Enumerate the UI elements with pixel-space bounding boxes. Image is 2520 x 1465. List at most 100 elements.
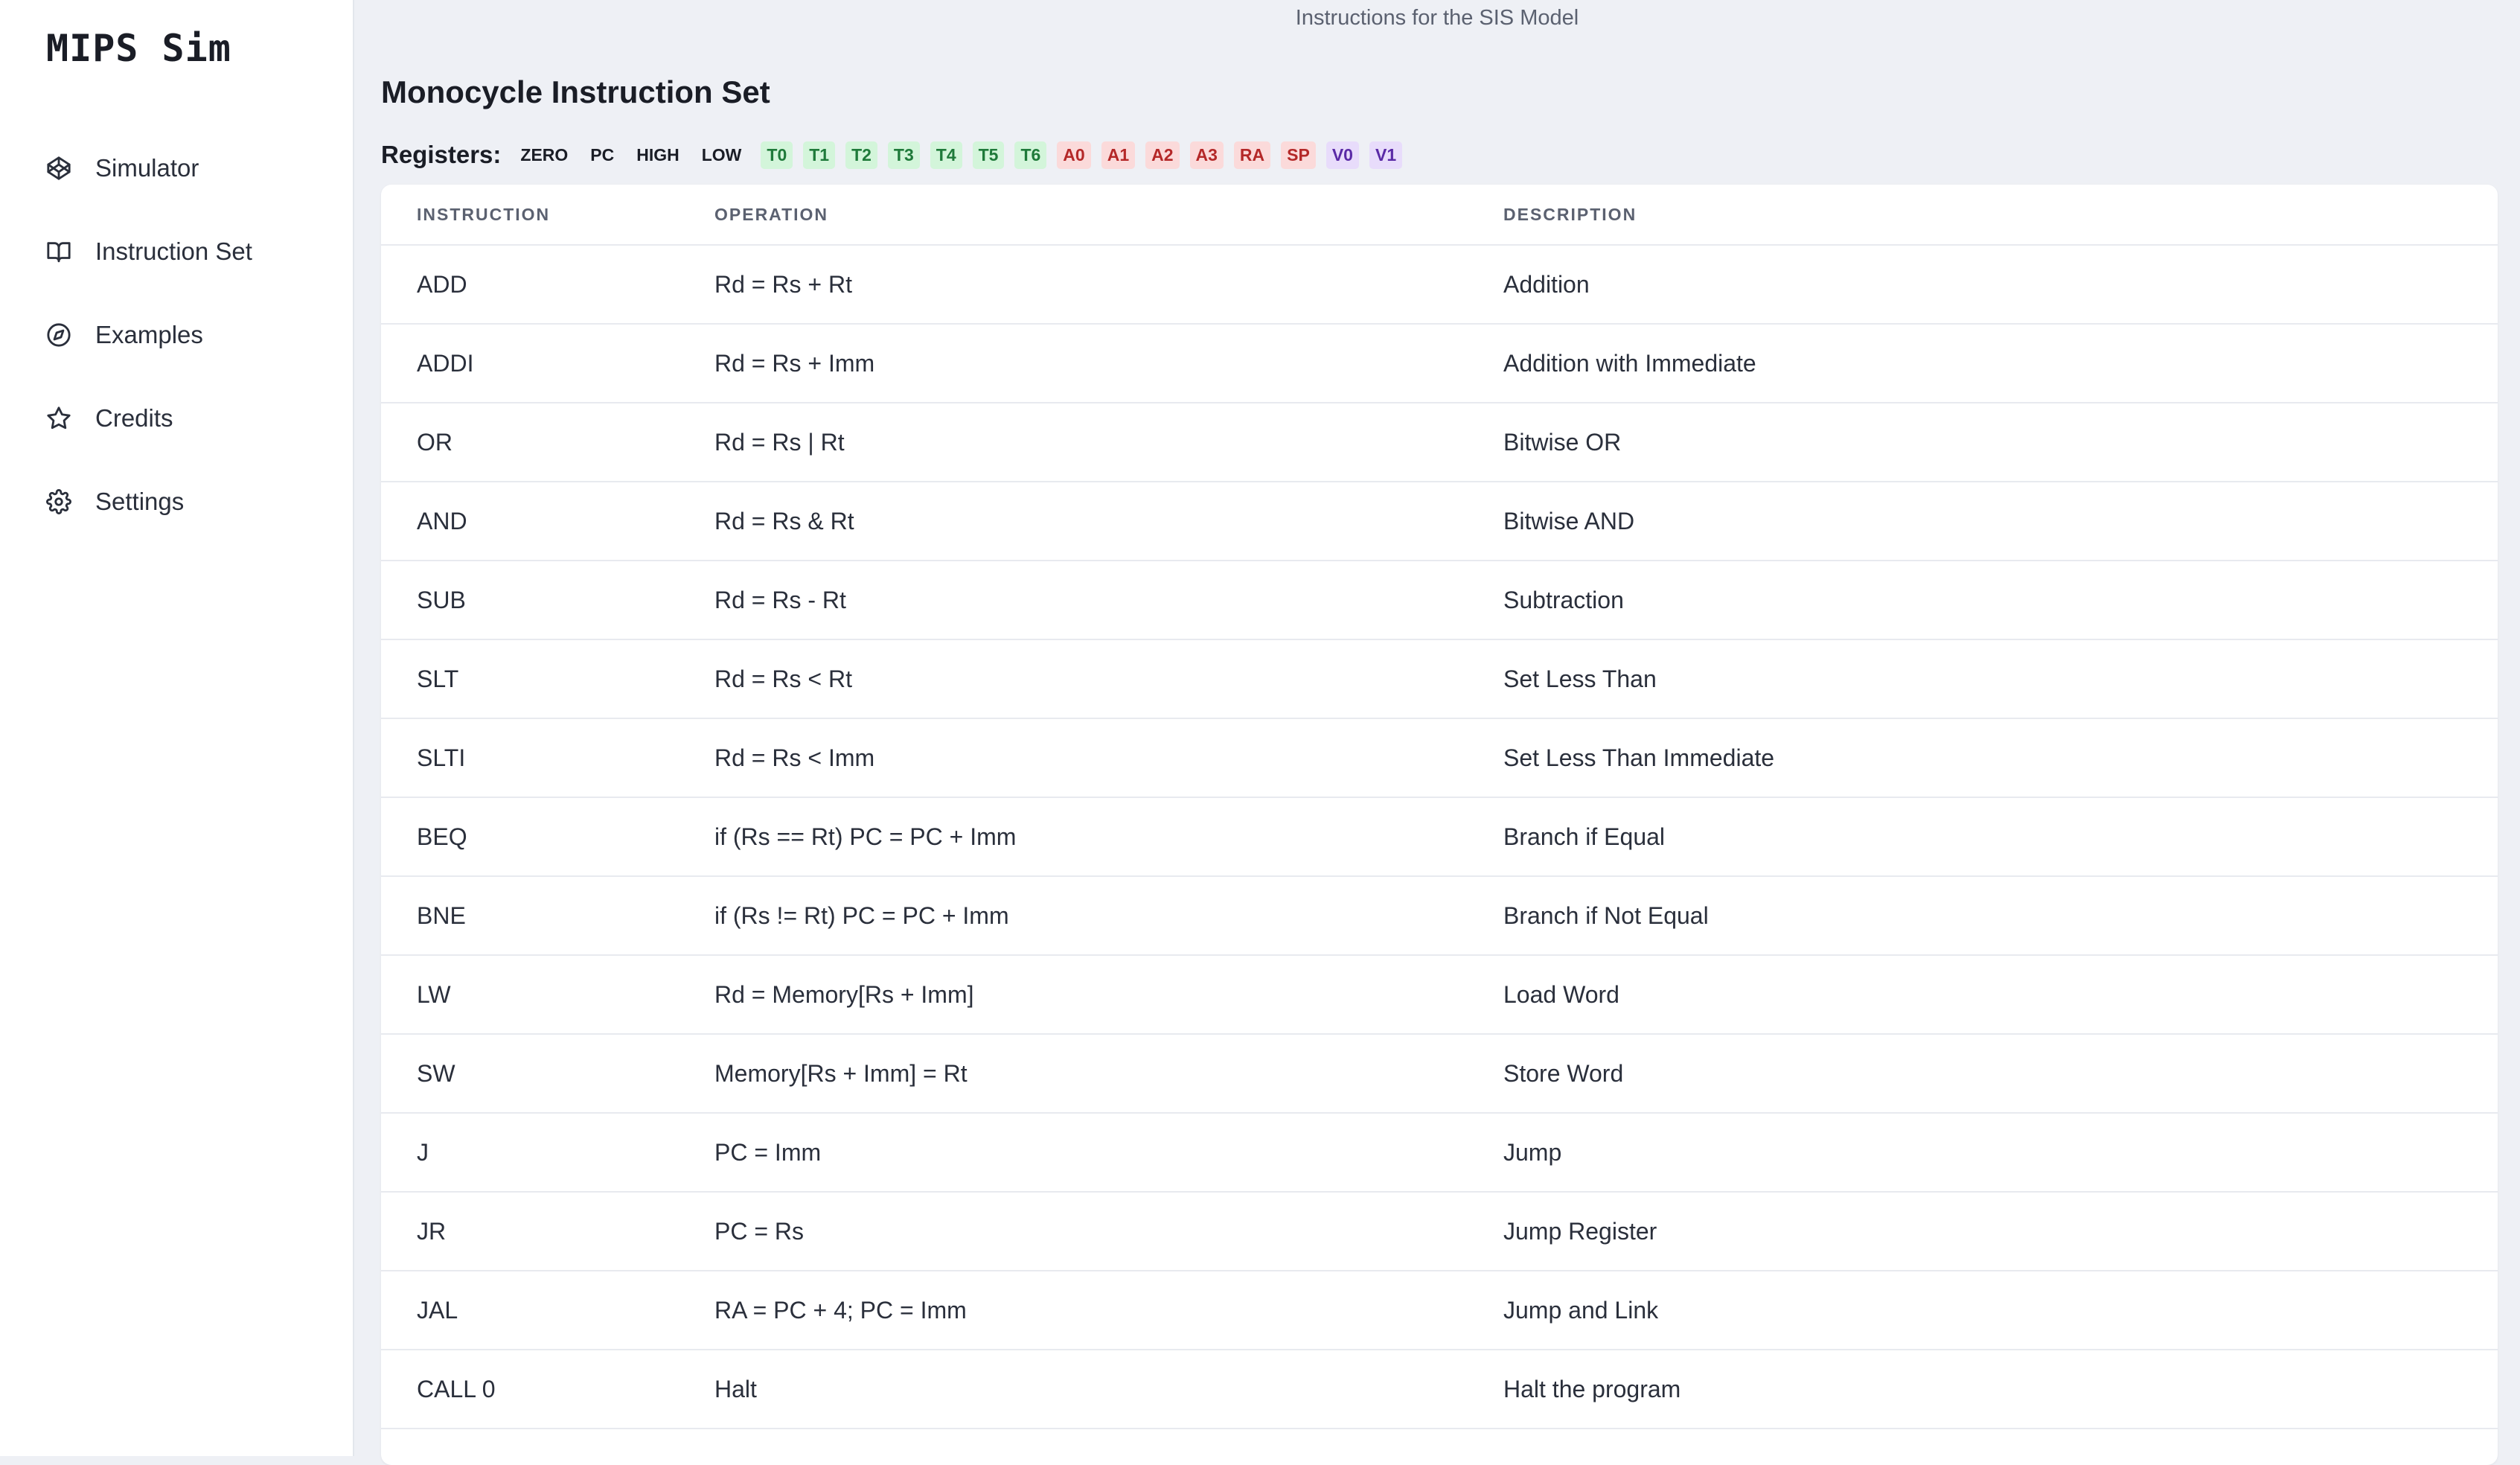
table-row: BNE if (Rs != Rt) PC = PC + Imm Branch if …: [381, 876, 2498, 956]
star-icon: [46, 406, 71, 431]
cell-instruction: J: [381, 1113, 714, 1193]
table-row: LW Rd = Memory[Rs + Imm] Load Word: [381, 955, 2498, 1035]
cell-operation: if (Rs != Rt) PC = PC + Imm: [714, 876, 1503, 956]
codepen-icon: [46, 156, 71, 181]
table-row: CALL 0 Halt Halt the program: [381, 1350, 2498, 1429]
cell-instruction: JAL: [381, 1271, 714, 1350]
sidebar-item-label: Instruction Set: [95, 237, 252, 265]
cell-instruction: CALL 0: [381, 1350, 714, 1429]
cell-operation: Halt: [714, 1350, 1503, 1429]
cell-description: Branch if Equal: [1503, 797, 2498, 877]
register-badge-t2: T2: [845, 141, 877, 169]
cell-instruction: ADD: [381, 245, 714, 325]
page-caption: Instructions for the SIS Model: [1295, 6, 1579, 30]
sidebar-item-simulator[interactable]: Simulator: [0, 127, 353, 210]
cell-description: Bitwise OR: [1503, 403, 2498, 482]
table-row: SLT Rd = Rs < Rt Set Less Than: [381, 639, 2498, 719]
cell-description: Store Word: [1503, 1034, 2498, 1114]
sidebar-item-label: Settings: [95, 488, 185, 515]
page-title: Monocycle Instruction Set: [381, 74, 770, 109]
sidebar-item-credits[interactable]: Credits: [0, 377, 353, 460]
cell-instruction: SUB: [381, 561, 714, 640]
registers-legend: Registers: ZERO PC HIGH LOW T0 T1 T2 T3 T4 T5 T6 A0…: [381, 138, 1413, 171]
table-row: ADDI Rd = Rs + Imm Addition with Immediate: [381, 324, 2498, 403]
cell-operation: Rd = Rs & Rt: [714, 482, 1503, 561]
table-row: JR PC = Rs Jump Register: [381, 1192, 2498, 1271]
register-badge-ra: RA: [1233, 141, 1271, 169]
gear-icon: [46, 489, 71, 514]
register-badge-sp: SP: [1281, 141, 1316, 169]
book-icon: [46, 239, 71, 264]
main-content: Instructions for the SIS Model Monocycle…: [354, 0, 2520, 1465]
cell-operation: Rd = Rs < Rt: [714, 639, 1503, 719]
cell-instruction: SLT: [381, 639, 714, 719]
cell-description: Branch if Not Equal: [1503, 876, 2498, 956]
register-badge-a2: A2: [1145, 141, 1180, 169]
instruction-table-card: INSTRUCTION OPERATION DESCRIPTION ADD Rd …: [381, 185, 2498, 1465]
cell-operation: if (Rs == Rt) PC = PC + Imm: [714, 797, 1503, 877]
register-badge-t3: T3: [887, 141, 920, 169]
register-badge-t1: T1: [803, 141, 836, 169]
sidebar: MIPS Sim Simulator Instruction Set Examp…: [0, 0, 354, 1456]
compass-icon: [46, 322, 71, 348]
cell-operation: PC = Rs: [714, 1192, 1503, 1271]
table-row: BEQ if (Rs == Rt) PC = PC + Imm Branch if …: [381, 797, 2498, 877]
table-header-row: INSTRUCTION OPERATION DESCRIPTION: [381, 185, 2498, 246]
cell-instruction: BNE: [381, 876, 714, 956]
column-header-instruction: INSTRUCTION: [381, 185, 714, 246]
sidebar-item-examples[interactable]: Examples: [0, 293, 353, 377]
table-row: SUB Rd = Rs - Rt Subtraction: [381, 561, 2498, 640]
cell-description: Set Less Than: [1503, 639, 2498, 719]
sidebar-item-instruction-set[interactable]: Instruction Set: [0, 210, 353, 293]
cell-instruction: LW: [381, 955, 714, 1035]
register-badge-a1: A1: [1101, 141, 1136, 169]
sidebar-item-label: Examples: [95, 321, 203, 348]
column-header-operation: OPERATION: [714, 185, 1503, 246]
app-logo[interactable]: MIPS Sim: [46, 27, 231, 70]
table-body: ADD Rd = Rs + Rt Addition ADDI Rd = Rs + Imm…: [381, 245, 2498, 1429]
instruction-table: INSTRUCTION OPERATION DESCRIPTION ADD Rd …: [381, 185, 2498, 1429]
register-badge-v1: V1: [1369, 141, 1403, 169]
cell-operation: RA = PC + 4; PC = Imm: [714, 1271, 1503, 1350]
cell-instruction: OR: [381, 403, 714, 482]
sidebar-item-settings[interactable]: Settings: [0, 460, 353, 543]
cell-operation: Rd = Rs < Imm: [714, 718, 1503, 798]
cell-instruction: SLTI: [381, 718, 714, 798]
cell-description: Addition: [1503, 245, 2498, 325]
register-badge-t5: T5: [972, 141, 1005, 169]
cell-operation: Rd = Memory[Rs + Imm]: [714, 955, 1503, 1035]
register-badge-t6: T6: [1014, 141, 1047, 169]
cell-description: Jump and Link: [1503, 1271, 2498, 1350]
register-badge-high: HIGH: [636, 144, 679, 165]
cell-operation: PC = Imm: [714, 1113, 1503, 1193]
cell-operation: Rd = Rs - Rt: [714, 561, 1503, 640]
register-badge-a0: A0: [1057, 141, 1091, 169]
table-row: AND Rd = Rs & Rt Bitwise AND: [381, 482, 2498, 561]
cell-description: Bitwise AND: [1503, 482, 2498, 561]
register-badge-zero: ZERO: [520, 144, 569, 165]
register-badge-a3: A3: [1189, 141, 1224, 169]
cell-instruction: JR: [381, 1192, 714, 1271]
cell-instruction: AND: [381, 482, 714, 561]
cell-description: Halt the program: [1503, 1350, 2498, 1429]
column-header-description: DESCRIPTION: [1503, 185, 2498, 246]
cell-instruction: SW: [381, 1034, 714, 1114]
table-row: J PC = Imm Jump: [381, 1113, 2498, 1193]
table-row: OR Rd = Rs | Rt Bitwise OR: [381, 403, 2498, 482]
sidebar-item-label: Credits: [95, 404, 173, 432]
table-row: JAL RA = PC + 4; PC = Imm Jump and Link: [381, 1271, 2498, 1350]
cell-operation: Rd = Rs + Imm: [714, 324, 1503, 403]
sidebar-nav: Simulator Instruction Set Examples Credi…: [0, 127, 353, 543]
registers-label: Registers:: [381, 141, 502, 168]
cell-description: Jump Register: [1503, 1192, 2498, 1271]
cell-description: Subtraction: [1503, 561, 2498, 640]
cell-instruction: BEQ: [381, 797, 714, 877]
table-row: SLTI Rd = Rs < Imm Set Less Than Immediate: [381, 718, 2498, 798]
sidebar-item-label: Simulator: [95, 154, 199, 182]
register-badge-low: LOW: [701, 144, 742, 165]
register-badge-pc: PC: [590, 144, 615, 165]
cell-description: Jump: [1503, 1113, 2498, 1193]
register-badge-t4: T4: [930, 141, 962, 169]
table-row: SW Memory[Rs + Imm] = Rt Store Word: [381, 1034, 2498, 1114]
table-row: ADD Rd = Rs + Rt Addition: [381, 245, 2498, 325]
